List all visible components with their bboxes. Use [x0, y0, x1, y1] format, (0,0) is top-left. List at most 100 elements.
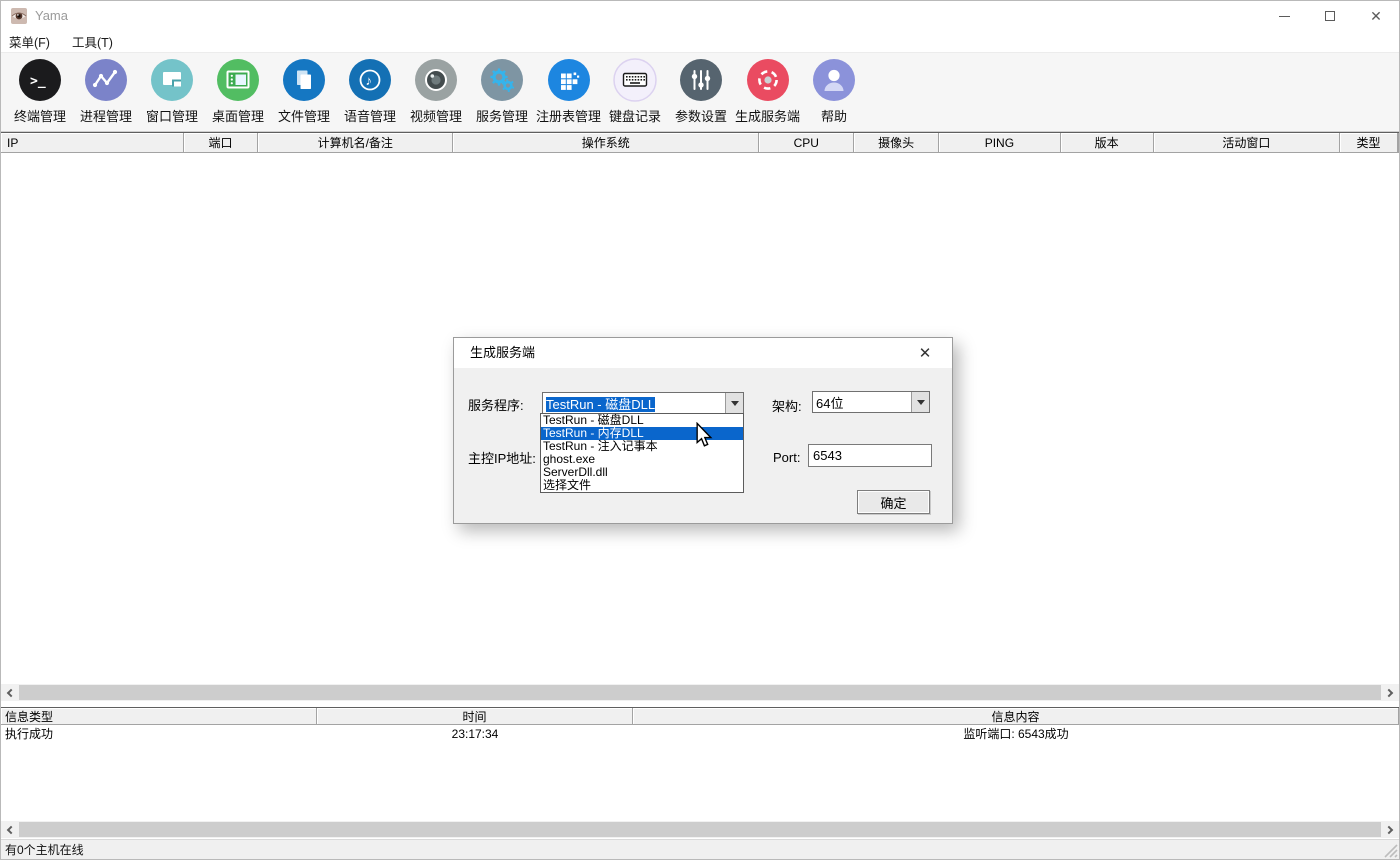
hosts-column-header[interactable]: 计算机名/备注 [258, 133, 453, 153]
scroll-left-button[interactable] [1, 684, 18, 701]
toolbar-button-label: 桌面管理 [212, 106, 264, 125]
port-input[interactable]: 6543 [808, 444, 932, 467]
status-text: 有0个主机在线 [5, 841, 84, 858]
toolbar-button-video[interactable]: 视频管理 [403, 58, 469, 125]
ok-button[interactable]: 确定 [857, 490, 930, 514]
mouse-cursor-icon [695, 422, 713, 448]
chevron-left-icon [7, 688, 15, 696]
dialog-close-button[interactable]: ✕ [910, 338, 940, 368]
toolbar-button-process[interactable]: 进程管理 [73, 58, 139, 125]
service-program-label: 服务程序: [468, 395, 524, 414]
maximize-button[interactable] [1307, 1, 1353, 31]
hosts-column-header[interactable]: 端口 [184, 133, 259, 153]
hosts-column-header[interactable]: 类型 [1340, 133, 1398, 153]
toolbar-button-registry[interactable]: 注册表管理 [535, 58, 602, 125]
chevron-left-icon [7, 825, 15, 833]
service-program-dropdown-button[interactable] [725, 393, 743, 413]
scroll-right-button[interactable] [1382, 684, 1399, 701]
keyboard-icon [613, 58, 657, 102]
toolbar-button-label: 视频管理 [410, 106, 462, 125]
chevron-right-icon [1385, 825, 1393, 833]
arch-combobox[interactable]: 64位 [812, 391, 930, 413]
dropdown-item[interactable]: ghost.exe [541, 453, 743, 466]
toolbar-button-help[interactable]: 帮助 [801, 58, 867, 125]
scroll-left-button[interactable] [1, 821, 18, 838]
scroll-right-button[interactable] [1382, 821, 1399, 838]
minimize-icon [1279, 16, 1290, 17]
svg-text:>_: >_ [30, 74, 46, 89]
hosts-column-header[interactable]: 活动窗口 [1154, 133, 1341, 153]
service-program-combobox[interactable]: TestRun - 磁盘DLL [542, 392, 744, 414]
hosts-column-header[interactable]: 操作系统 [453, 133, 759, 153]
info-row[interactable]: 执行成功23:17:34监听端口: 6543成功 [1, 725, 1399, 742]
help-icon [812, 58, 856, 102]
toolbar-button-service[interactable]: 服务管理 [469, 58, 535, 125]
toolbar-button-label: 参数设置 [675, 106, 727, 125]
minimize-button[interactable] [1261, 1, 1307, 31]
app-icon [11, 8, 27, 24]
service-program-dropdown-list: TestRun - 磁盘DLLTestRun - 内存DLLTestRun - … [540, 413, 744, 493]
info-rows: 执行成功23:17:34监听端口: 6543成功 [1, 725, 1399, 742]
app-window: Yama ✕ 菜单(F) 工具(T) >_ 终端管理进程管理窗口管理桌面管理文件管理… [0, 0, 1400, 860]
toolbar-button-label: 语音管理 [344, 106, 396, 125]
dialog-title-bar: 生成服务端 ✕ [454, 338, 952, 368]
svg-text:♪: ♪ [366, 73, 373, 88]
window-icon [150, 58, 194, 102]
status-bar: 有0个主机在线 [1, 839, 1399, 859]
resize-grip-icon[interactable] [1384, 844, 1398, 858]
hosts-column-header[interactable]: IP [1, 133, 184, 153]
info-hscrollbar[interactable] [1, 821, 1399, 838]
toolbar-button-label: 终端管理 [14, 106, 66, 125]
toolbar-button-label: 生成服务端 [735, 106, 800, 125]
menu-item-1[interactable]: 工具(T) [72, 32, 113, 51]
hosts-hscrollbar[interactable] [1, 684, 1399, 701]
close-button[interactable]: ✕ [1353, 1, 1399, 31]
dropdown-item[interactable]: 选择文件 [541, 479, 743, 492]
generate-icon [746, 58, 790, 102]
toolbar-button-voice[interactable]: ♪ 语音管理 [337, 58, 403, 125]
chevron-down-icon [731, 401, 739, 410]
dialog-title: 生成服务端 [470, 338, 535, 368]
info-column-header[interactable]: 时间 [317, 708, 633, 725]
dropdown-item[interactable]: ServerDll.dll [541, 466, 743, 479]
hosts-column-header[interactable]: CPU [759, 133, 854, 153]
arch-dropdown-button[interactable] [911, 392, 929, 412]
registry-icon [547, 58, 591, 102]
desktop-icon [216, 58, 260, 102]
scroll-thumb[interactable] [19, 685, 1381, 700]
hosts-column-header[interactable]: PING [939, 133, 1061, 153]
arch-label: 架构: [772, 396, 802, 415]
params-icon [679, 58, 723, 102]
toolbar-button-file[interactable]: 文件管理 [271, 58, 337, 125]
window-title: Yama [35, 1, 68, 31]
toolbar-button-label: 文件管理 [278, 106, 330, 125]
toolbar-button-generate[interactable]: 生成服务端 [734, 58, 801, 125]
toolbar-button-label: 窗口管理 [146, 106, 198, 125]
chevron-down-icon [917, 400, 925, 409]
toolbar-button-label: 进程管理 [80, 106, 132, 125]
title-bar: Yama ✕ [1, 1, 1399, 31]
hosts-column-header[interactable]: 摄像头 [854, 133, 939, 153]
toolbar-button-keyboard[interactable]: 键盘记录 [602, 58, 668, 125]
toolbar-button-label: 帮助 [821, 106, 847, 125]
close-icon: ✕ [1370, 9, 1382, 23]
file-icon [282, 58, 326, 102]
toolbar: >_ 终端管理进程管理窗口管理桌面管理文件管理 ♪ 语音管理视频管理服务管理注册表管理… [1, 53, 1399, 132]
toolbar-button-params[interactable]: 参数设置 [668, 58, 734, 125]
port-label: Port: [773, 450, 800, 465]
menu-bar: 菜单(F) 工具(T) [1, 31, 1399, 53]
toolbar-button-window[interactable]: 窗口管理 [139, 58, 205, 125]
info-column-header[interactable]: 信息类型 [1, 708, 317, 725]
menu-item-0[interactable]: 菜单(F) [9, 32, 50, 51]
toolbar-button-label: 键盘记录 [609, 106, 661, 125]
info-cell: 监听端口: 6543成功 [633, 725, 1399, 742]
scroll-thumb[interactable] [19, 822, 1381, 837]
toolbar-button-label: 服务管理 [476, 106, 528, 125]
hosts-header: IP端口计算机名/备注操作系统CPU摄像头PING版本活动窗口类型 [1, 133, 1399, 153]
hosts-column-header[interactable]: 版本 [1061, 133, 1154, 153]
terminal-icon: >_ [18, 58, 62, 102]
toolbar-button-desktop[interactable]: 桌面管理 [205, 58, 271, 125]
info-column-header[interactable]: 信息内容 [633, 708, 1399, 725]
toolbar-button-terminal[interactable]: >_ 终端管理 [7, 58, 73, 125]
info-header: 信息类型时间信息内容 [1, 708, 1399, 725]
